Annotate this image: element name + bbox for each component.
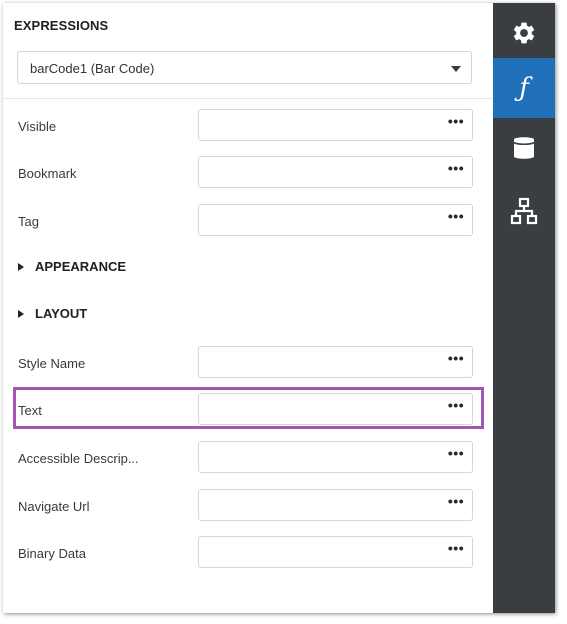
tab-properties[interactable] bbox=[493, 3, 555, 63]
section-appearance[interactable]: APPEARANCE bbox=[18, 259, 126, 274]
property-row-tag: Tag ••• bbox=[3, 204, 493, 238]
navigate-url-expression-field[interactable]: ••• bbox=[198, 489, 473, 521]
expand-triangle-icon bbox=[18, 309, 24, 318]
panel-title: EXPRESSIONS bbox=[14, 18, 109, 33]
component-selector[interactable]: barCode1 (Bar Code) bbox=[17, 51, 472, 84]
property-label: Navigate Url bbox=[18, 499, 90, 514]
expressions-panel: EXPRESSIONS barCode1 (Bar Code) Visible … bbox=[3, 3, 493, 613]
property-row-navigate-url: Navigate Url ••• bbox=[3, 489, 493, 523]
property-label: Binary Data bbox=[18, 546, 86, 561]
style-name-expression-field[interactable]: ••• bbox=[198, 346, 473, 378]
property-row-binary-data: Binary Data ••• bbox=[3, 536, 493, 570]
ellipsis-button[interactable]: ••• bbox=[440, 205, 472, 235]
bookmark-expression-field[interactable]: ••• bbox=[198, 156, 473, 188]
property-label: Bookmark bbox=[18, 166, 77, 181]
property-row-accessible-description: Accessible Descrip... ••• bbox=[3, 441, 493, 475]
section-layout[interactable]: LAYOUT bbox=[18, 306, 87, 321]
tab-report-explorer[interactable] bbox=[493, 181, 555, 241]
tab-data-source[interactable] bbox=[493, 118, 555, 178]
function-icon: ƒ bbox=[519, 73, 529, 103]
property-row-style-name: Style Name ••• bbox=[3, 346, 493, 380]
binary-data-expression-field[interactable]: ••• bbox=[198, 536, 473, 568]
tab-sidebar: ƒ bbox=[493, 3, 555, 613]
property-label: Style Name bbox=[18, 356, 86, 371]
database-icon bbox=[513, 137, 535, 159]
section-label: APPEARANCE bbox=[35, 259, 127, 274]
gear-icon bbox=[513, 22, 535, 44]
expand-triangle-icon bbox=[18, 262, 24, 271]
properties-window: EXPRESSIONS barCode1 (Bar Code) Visible … bbox=[3, 3, 555, 613]
ellipsis-button[interactable]: ••• bbox=[440, 537, 472, 567]
property-label: Visible bbox=[18, 119, 57, 134]
ellipsis-button[interactable]: ••• bbox=[440, 347, 472, 377]
property-row-visible: Visible ••• bbox=[3, 109, 493, 143]
visible-expression-field[interactable]: ••• bbox=[198, 109, 473, 141]
divider bbox=[3, 98, 493, 99]
chevron-down-icon bbox=[451, 66, 461, 72]
tag-expression-field[interactable]: ••• bbox=[198, 204, 473, 236]
tab-expressions[interactable]: ƒ bbox=[493, 58, 555, 118]
ellipsis-button[interactable]: ••• bbox=[440, 157, 472, 187]
hierarchy-icon bbox=[510, 197, 538, 225]
selected-component: barCode1 (Bar Code) bbox=[30, 61, 155, 76]
text-row-highlight bbox=[13, 387, 484, 429]
ellipsis-button[interactable]: ••• bbox=[440, 110, 472, 140]
property-row-bookmark: Bookmark ••• bbox=[3, 156, 493, 190]
ellipsis-button[interactable]: ••• bbox=[440, 490, 472, 520]
ellipsis-button[interactable]: ••• bbox=[440, 442, 472, 472]
property-label: Tag bbox=[18, 214, 39, 229]
section-label: LAYOUT bbox=[35, 306, 88, 321]
accessible-description-expression-field[interactable]: ••• bbox=[198, 441, 473, 473]
property-label: Accessible Descrip... bbox=[18, 451, 139, 466]
